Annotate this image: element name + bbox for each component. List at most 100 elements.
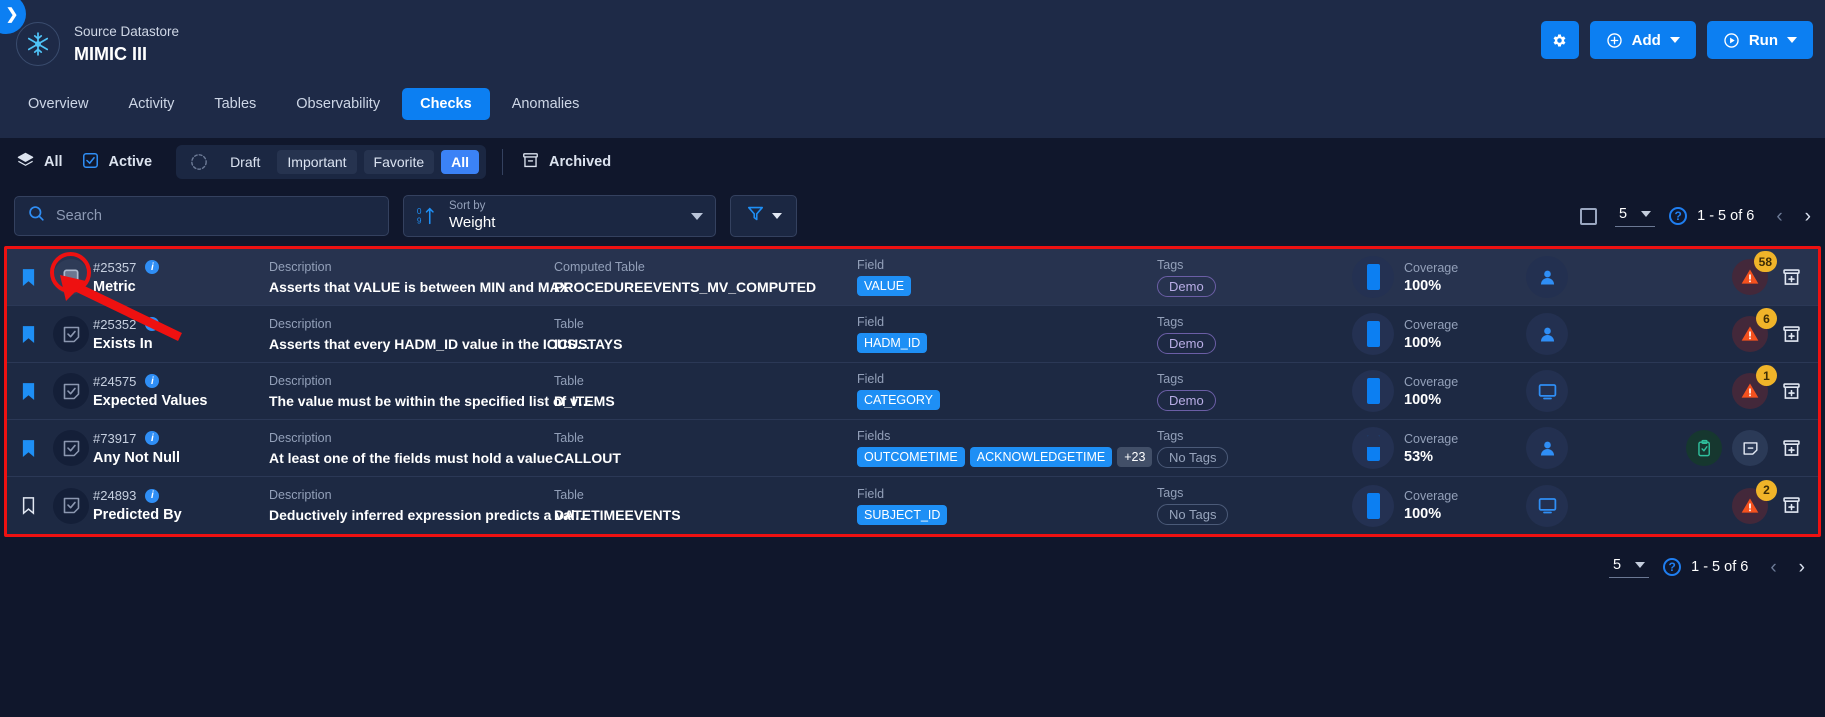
info-icon[interactable]: i	[145, 260, 160, 274]
sort-by-select[interactable]: 0 9 Sort by Weight	[403, 195, 716, 237]
table-row[interactable]: #25357 i Metric Description Asserts that…	[7, 249, 1818, 306]
user-icon	[1526, 427, 1568, 469]
gear-icon	[1551, 32, 1568, 49]
tab-checks[interactable]: Checks	[402, 88, 490, 120]
table-value: DATETIMEEVENTS	[554, 507, 681, 523]
anomaly-warning[interactable]: 58	[1732, 251, 1777, 295]
settings-button[interactable]	[1540, 21, 1579, 59]
field-chip[interactable]: OUTCOMETIME	[857, 447, 965, 467]
description-value: Asserts that every HADM_ID value in the …	[269, 335, 591, 352]
filter-draft[interactable]: Draft	[220, 150, 270, 174]
checks-table: #25357 i Metric Description Asserts that…	[4, 246, 1821, 537]
field-chip-more[interactable]: +23	[1117, 447, 1153, 467]
bookmark-toggle[interactable]	[7, 325, 49, 344]
prev-page-button-top[interactable]: ‹	[1776, 207, 1782, 226]
tags-label: Tags	[1157, 486, 1184, 500]
next-page-button-top[interactable]: ›	[1805, 207, 1811, 226]
info-icon[interactable]: i	[145, 431, 160, 445]
page-size-select-top[interactable]: 5	[1615, 206, 1656, 227]
coverage-value: 100%	[1404, 391, 1442, 408]
row-actions: 58	[1590, 251, 1818, 295]
tag-chip[interactable]: Demo	[1157, 389, 1216, 411]
anomaly-count-badge: 58	[1753, 251, 1777, 272]
filter-bar: All Active Draft Important Favorite All …	[0, 138, 1825, 186]
table-value: PROCEDUREEVENTS_MV_COMPUTED	[554, 278, 817, 295]
tags-label: Tags	[1157, 428, 1184, 443]
filter-all[interactable]: All	[14, 151, 79, 174]
tag-chip[interactable]: No Tags	[1157, 446, 1229, 468]
table-row[interactable]: #24575 i Expected Values Description The…	[7, 363, 1818, 420]
filter-important[interactable]: Important	[277, 150, 357, 174]
question-circle-icon[interactable]: ?	[1669, 207, 1688, 225]
filter-archived[interactable]: Archived	[519, 151, 627, 174]
anomaly-count-badge: 1	[1756, 365, 1777, 386]
table-cell: Table DATETIMEEVENTS	[554, 488, 857, 523]
anomaly-warning[interactable]: 1	[1732, 365, 1777, 409]
filter-funnel-button[interactable]	[730, 195, 797, 237]
page-size-select-bottom[interactable]: 5	[1609, 557, 1650, 578]
bookmark-toggle[interactable]	[7, 382, 49, 401]
archive-add-icon[interactable]	[1778, 435, 1804, 461]
filter-state-all[interactable]: All	[441, 150, 480, 174]
monitor-icon	[1526, 370, 1568, 412]
anomaly-warning[interactable]: 2	[1732, 479, 1777, 524]
archive-add-icon[interactable]	[1778, 378, 1804, 404]
field-cell: Field SUBJECT_ID	[857, 487, 1157, 525]
field-chip[interactable]: ACKNOWLEDGETIME	[969, 447, 1113, 467]
main-tabs: Overview Activity Tables Observability C…	[0, 88, 1825, 138]
table-row[interactable]: #25352 i Exists In Description Asserts t…	[7, 306, 1818, 363]
bookmark-toggle[interactable]	[7, 439, 49, 458]
info-icon[interactable]: i	[145, 374, 160, 388]
filter-active[interactable]: Active	[79, 151, 169, 174]
anomaly-warning[interactable]: 6	[1732, 308, 1777, 352]
bookmark-toggle[interactable]	[7, 496, 49, 515]
coverage-value: 53%	[1404, 448, 1434, 465]
add-button[interactable]: Add	[1589, 21, 1696, 59]
archive-add-icon[interactable]	[1778, 493, 1804, 519]
tab-activity[interactable]: Activity	[110, 88, 192, 120]
field-chip[interactable]: CATEGORY	[857, 390, 940, 410]
tag-chip[interactable]: Demo	[1157, 275, 1216, 297]
table-row[interactable]: #24893 i Predicted By Description Deduct…	[7, 477, 1818, 534]
coverage-bar	[1366, 492, 1380, 519]
check-name: Metric	[93, 278, 136, 295]
prev-page-button-bottom[interactable]: ‹	[1770, 558, 1776, 577]
header-actions: Add Run	[1540, 21, 1813, 59]
tags-cell: Tags Demo	[1157, 372, 1352, 411]
check-id: #25357	[93, 259, 137, 275]
coverage-gauge	[1352, 313, 1394, 355]
archive-add-icon[interactable]	[1778, 264, 1804, 290]
select-all-checkbox[interactable]	[1580, 207, 1598, 225]
tab-tables[interactable]: Tables	[196, 88, 274, 120]
run-button[interactable]: Run	[1706, 21, 1813, 59]
next-page-button-bottom[interactable]: ›	[1799, 558, 1805, 577]
info-icon[interactable]: i	[145, 317, 160, 331]
field-chip[interactable]: HADM_ID	[857, 333, 928, 353]
search-box[interactable]	[14, 196, 389, 236]
coverage-bar	[1366, 321, 1380, 347]
comment-icon[interactable]	[1732, 430, 1768, 466]
source-cell	[1504, 370, 1590, 412]
coverage-bar	[1366, 435, 1380, 461]
clipboard-check-icon[interactable]	[1686, 430, 1722, 466]
search-input[interactable]	[56, 208, 376, 224]
tab-observability[interactable]: Observability	[278, 88, 398, 120]
table-cell: Table ICUSTAYS	[554, 317, 857, 352]
chevron-down-icon	[1641, 210, 1652, 217]
tag-chip[interactable]: Demo	[1157, 332, 1216, 354]
tab-overview[interactable]: Overview	[10, 88, 106, 120]
question-circle-icon[interactable]: ?	[1663, 558, 1682, 576]
field-chip[interactable]: SUBJECT_ID	[857, 504, 948, 525]
archive-add-icon[interactable]	[1778, 321, 1804, 347]
description-label: Description	[269, 430, 332, 445]
tab-anomalies[interactable]: Anomalies	[494, 88, 598, 120]
description-value: Deductively inferred expression predicts…	[269, 507, 589, 523]
tag-chip[interactable]: No Tags	[1157, 504, 1229, 525]
bookmark-toggle[interactable]	[7, 268, 49, 287]
filter-favorite[interactable]: Favorite	[363, 150, 435, 174]
source-cell	[1504, 484, 1590, 527]
table-row[interactable]: #73917 i Any Not Null Description At lea…	[7, 420, 1818, 477]
info-icon[interactable]: i	[145, 488, 160, 503]
coverage-value: 100%	[1404, 277, 1442, 294]
field-chip[interactable]: VALUE	[857, 276, 912, 296]
